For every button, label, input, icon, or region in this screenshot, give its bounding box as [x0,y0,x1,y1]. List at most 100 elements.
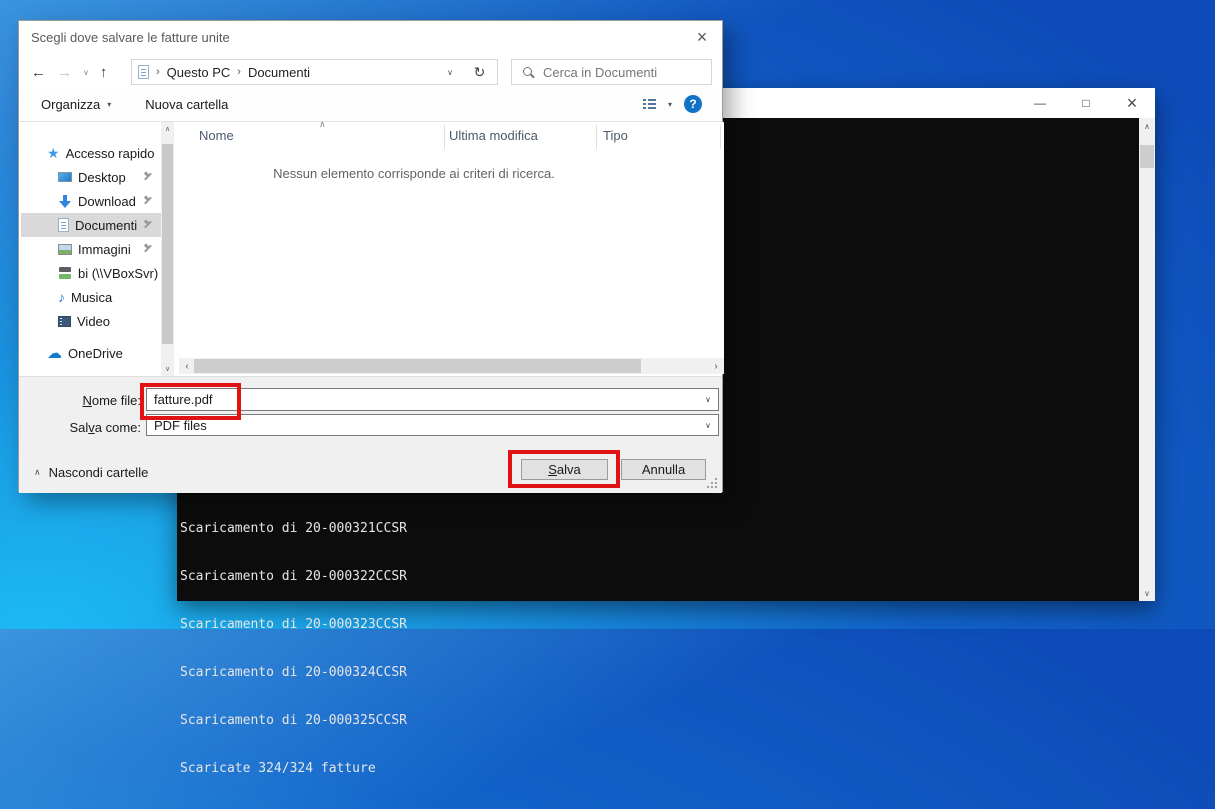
scrollbar-thumb[interactable] [1140,145,1154,168]
toolbar-right-group: ▾ ? [643,95,722,113]
hide-folders-button[interactable]: ∧ Nascondi cartelle [34,463,148,481]
column-header-ultima-modifica[interactable]: Ultima modifica [449,128,538,143]
cancel-button[interactable]: Annulla [621,459,706,480]
sidebar-item-label: Documenti [75,218,137,233]
save-dialog: Scegli dove salvare le fatture unite × ←… [18,20,723,492]
savetype-label-pre: Sal [69,420,88,435]
download-icon [58,194,72,208]
file-list: ∧ Nome Ultima modifica Tipo Nessun eleme… [179,122,724,358]
file-list-horizontal-scrollbar[interactable]: ‹ › [179,358,724,374]
breadcrumb-separator-icon: › [237,66,241,78]
sidebar-item-label: Immagini [78,242,131,257]
sidebar-item-label: Accesso rapido [66,146,155,161]
sidebar-scrollbar[interactable]: ∧ ∨ [161,122,174,376]
close-button[interactable]: × [1109,88,1155,118]
filename-label-accel: N [82,393,91,408]
filename-label-rest: ome file: [92,393,141,408]
minimize-button[interactable]: — [1017,88,1063,118]
sidebar-item-documenti[interactable]: Documenti [21,213,161,237]
new-folder-button[interactable]: Nuova cartella [145,97,228,112]
nav-buttons: ← → ∨ ↑ [31,59,107,85]
back-icon[interactable]: ← [31,64,46,81]
up-icon[interactable]: ↑ [100,64,108,81]
address-bar[interactable]: › Questo PC › Documenti ∨ [131,59,463,85]
pictures-icon [58,244,72,255]
scroll-right-icon[interactable]: › [708,358,724,374]
address-dropdown-icon[interactable]: ∨ [447,68,453,77]
search-placeholder: Cerca in Documenti [543,65,657,80]
maximize-button[interactable]: □ [1063,88,1109,118]
view-dropdown-icon[interactable]: ▾ [668,100,672,109]
pin-icon [142,196,153,207]
scrollbar-thumb[interactable] [194,359,641,373]
console-vertical-scrollbar[interactable]: ∧ ∨ [1139,118,1155,601]
breadcrumb-device[interactable]: Questo PC [167,65,231,80]
column-divider[interactable] [444,125,445,149]
console-line: Scaricamento di 20-000321CCSR [180,521,407,537]
recent-locations-icon[interactable]: ∨ [83,68,89,77]
column-header-tipo[interactable]: Tipo [603,128,628,143]
search-input[interactable]: Cerca in Documenti [511,59,712,85]
save-as-type-select[interactable]: PDF files ∨ [146,414,719,436]
dialog-toolbar: Organizza ▾ Nuova cartella ▾ ? [19,87,722,122]
sidebar-item-label: bi (\\VBoxSvr) (Z [78,266,161,281]
console-line: Scaricamento di 20-000324CCSR [180,665,407,681]
save-options-panel: Nome file: fatture.pdf ∨ Salva come: PDF… [19,376,722,493]
column-header-nome[interactable]: Nome [199,128,234,143]
scroll-down-icon[interactable]: ∨ [161,362,174,376]
sidebar-item-accesso-rapido[interactable]: ★ Accesso rapido [21,141,161,165]
sidebar-item-label: Video [77,314,110,329]
sidebar-item-video[interactable]: Video [21,309,161,333]
console-output: Scaricamento di 20-000321CCSR Scaricamen… [180,489,407,809]
navigation-pane: ★ Accesso rapido Desktop Download Docume… [19,122,161,376]
scroll-down-icon[interactable]: ∨ [1139,585,1155,601]
view-mode-icon[interactable] [643,99,656,110]
resize-grip[interactable] [715,486,717,488]
save-button-rest: alva [557,462,581,477]
sidebar-item-label: Download [78,194,136,209]
sidebar-item-onedrive[interactable]: ☁ OneDrive [21,341,161,365]
column-divider[interactable] [720,125,721,149]
collapse-icon: ∧ [34,467,41,478]
documents-icon [58,218,69,232]
search-icon [523,67,534,78]
breadcrumb-folder[interactable]: Documenti [248,65,310,80]
console-line: Scaricate 324/324 fatture [180,761,407,777]
console-line: Scaricamento di 20-000325CCSR [180,713,407,729]
save-as-type-value: PDF files [154,418,207,433]
scroll-up-icon[interactable]: ∧ [161,122,174,136]
column-divider[interactable] [596,125,597,149]
dialog-close-button[interactable]: × [690,25,714,49]
sidebar-item-immagini[interactable]: Immagini [21,237,161,261]
save-button[interactable]: Salva [521,459,608,480]
pin-icon [142,244,153,255]
pin-icon [142,220,153,231]
help-button[interactable]: ? [684,95,702,113]
sort-ascending-icon: ∧ [319,119,326,130]
sidebar-item-musica[interactable]: ♪ Musica [21,285,161,309]
filename-value: fatture.pdf [154,392,213,407]
organizza-button[interactable]: Organizza ▾ [41,97,111,112]
console-line: Scaricamento di 20-000323CCSR [180,617,407,633]
scroll-left-icon[interactable]: ‹ [179,358,195,374]
filename-input[interactable]: fatture.pdf ∨ [146,388,719,411]
save-button-accel: S [548,462,557,477]
hide-folders-label: Nascondi cartelle [49,465,149,480]
scroll-up-icon[interactable]: ∧ [1139,118,1155,134]
filename-dropdown-icon[interactable]: ∨ [705,395,711,404]
network-drive-icon [58,267,72,279]
sidebar-item-label: Desktop [78,170,126,185]
savetype-dropdown-icon[interactable]: ∨ [705,421,711,430]
forward-icon: → [57,64,72,81]
sidebar-item-network-drive[interactable]: bi (\\VBoxSvr) (Z [21,261,161,285]
music-icon: ♪ [58,289,65,305]
sidebar-item-download[interactable]: Download [21,189,161,213]
document-icon [138,65,149,79]
empty-folder-message: Nessun elemento corrisponde ai criteri d… [204,166,624,181]
scrollbar-thumb[interactable] [162,144,173,344]
onedrive-cloud-icon: ☁ [47,344,62,362]
sidebar-item-label: OneDrive [68,346,123,361]
sidebar-item-desktop[interactable]: Desktop [21,165,161,189]
desktop-icon [58,172,72,182]
refresh-button[interactable]: ↻ [462,59,498,85]
